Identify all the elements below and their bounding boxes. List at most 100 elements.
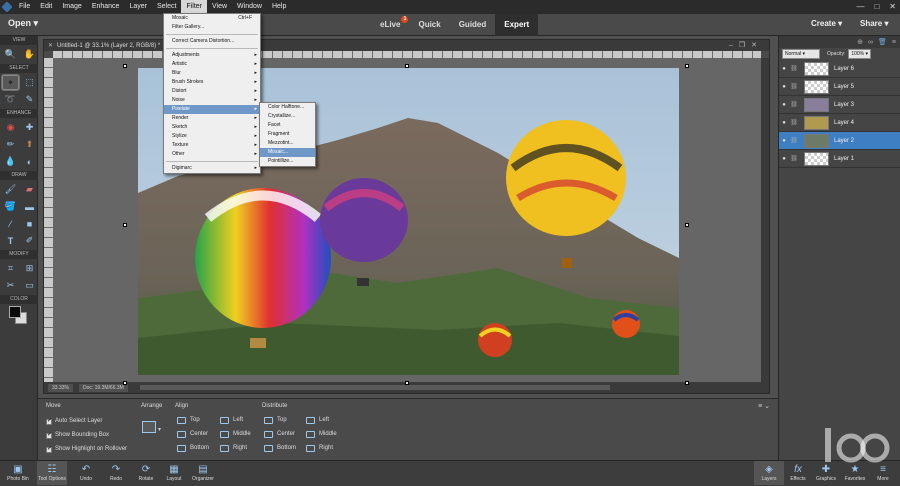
transform-handle-br[interactable] — [685, 381, 689, 385]
distribute-top-icon[interactable] — [264, 417, 273, 424]
transform-handle-bc[interactable] — [405, 381, 409, 385]
open-button[interactable]: Open ▾ — [8, 18, 38, 29]
link-icon[interactable]: ∞ — [868, 39, 873, 46]
opacity-field[interactable]: 100% ▾ — [848, 49, 872, 59]
red-eye-tool-icon[interactable]: ◉ — [2, 120, 19, 135]
gradient-tool-icon[interactable]: ▬ — [21, 199, 38, 214]
transform-handle-tr[interactable] — [685, 64, 689, 68]
transform-handle-tl[interactable] — [123, 64, 127, 68]
paint-bucket-tool-icon[interactable]: 🪣 — [2, 199, 19, 214]
menu-select[interactable]: Select — [152, 0, 181, 14]
align-top-icon[interactable] — [177, 417, 186, 424]
lasso-tool-icon[interactable]: ➰ — [2, 92, 19, 107]
tab-elive[interactable]: eLive 1 — [371, 14, 409, 36]
spot-healing-tool-icon[interactable]: ✚ — [21, 120, 38, 135]
distribute-center-icon[interactable] — [264, 431, 273, 438]
menu-enhance[interactable]: Enhance — [87, 0, 125, 14]
pencil-tool-icon[interactable]: ✐ — [21, 233, 38, 248]
distribute-bottom-label[interactable]: Bottom — [277, 445, 296, 451]
clone-stamp-tool-icon[interactable]: ⬆ — [21, 137, 38, 152]
visibility-eye-icon[interactable]: ● — [779, 84, 789, 90]
menu-item-other[interactable]: Other ▸ — [164, 150, 260, 159]
blur-tool-icon[interactable]: 💧 — [2, 154, 19, 169]
auto-select-checkbox[interactable] — [46, 417, 52, 425]
color-swatches[interactable] — [0, 304, 38, 330]
link-layer-icon[interactable]: ⛓ — [789, 137, 799, 144]
menu-item-distort[interactable]: Distort ▸ — [164, 87, 260, 96]
link-layer-icon[interactable]: ⛓ — [789, 101, 799, 108]
menu-item-adjustments[interactable]: Adjustments ▸ — [164, 51, 260, 60]
visibility-eye-icon[interactable]: ● — [779, 66, 789, 72]
eraser-tool-icon[interactable]: ▰ — [21, 182, 38, 197]
new-layer-icon[interactable]: ⊕ — [857, 38, 863, 46]
align-right-label[interactable]: Right — [233, 445, 247, 451]
panel-menu-icon[interactable]: ≡ — [892, 39, 896, 46]
visibility-eye-icon[interactable]: ● — [779, 156, 789, 162]
transform-handle-tc[interactable] — [405, 64, 409, 68]
tool-options-button[interactable]: ☷ Tool Options — [37, 461, 67, 485]
document-tab[interactable]: ✕ Untitled-1 @ 33.1% (Layer 2, RGB/8) * … — [44, 40, 769, 51]
distribute-middle-icon[interactable] — [306, 431, 315, 438]
align-right-icon[interactable] — [220, 445, 229, 452]
menu-item-sketch[interactable]: Sketch ▸ — [164, 123, 260, 132]
align-middle-icon[interactable] — [220, 431, 229, 438]
menu-window[interactable]: Window — [232, 0, 267, 14]
show-highlight-checkbox[interactable] — [46, 445, 52, 453]
horizontal-scrollbar[interactable] — [140, 385, 610, 390]
tab-expert[interactable]: Expert — [495, 14, 539, 36]
zoom-readout[interactable]: 33.33% — [48, 383, 73, 392]
transform-handle-mr[interactable] — [685, 223, 689, 227]
visibility-eye-icon[interactable]: ● — [779, 120, 789, 126]
menu-item-pixelate[interactable]: Pixelate ▸ — [164, 105, 260, 114]
menu-layer[interactable]: Layer — [124, 0, 152, 14]
vertical-scrollbar[interactable] — [761, 58, 769, 382]
tool-options-menu-icon[interactable]: ≡ ⌄ — [758, 402, 770, 410]
align-bottom-icon[interactable] — [177, 445, 186, 452]
hand-tool-icon[interactable]: ✋ — [21, 47, 38, 62]
menu-image[interactable]: Image — [57, 0, 86, 14]
arrange-dropdown-icon[interactable]: ▾ — [158, 426, 161, 433]
arrange-icon[interactable] — [142, 421, 156, 433]
align-center-icon[interactable] — [177, 431, 186, 438]
sponge-tool-icon[interactable]: ◐ — [21, 154, 38, 169]
menu-item-mosaic-repeat[interactable]: Mosaic Ctrl+F — [164, 14, 260, 23]
align-middle-label[interactable]: Middle — [233, 431, 251, 437]
pixelate-item-fragment[interactable]: Fragment — [260, 130, 315, 139]
menu-item-stylize[interactable]: Stylize ▸ — [164, 132, 260, 141]
close-icon[interactable]: ✕ — [889, 0, 896, 14]
link-layer-icon[interactable]: ⛓ — [789, 65, 799, 72]
align-top-label[interactable]: Top — [190, 417, 200, 423]
menu-help[interactable]: Help — [267, 0, 291, 14]
distribute-left-label[interactable]: Left — [319, 417, 329, 423]
distribute-right-icon[interactable] — [306, 445, 315, 452]
doc-restore-icon[interactable]: ❐ — [739, 42, 751, 49]
pixelate-item-pointillize[interactable]: Pointillize... — [260, 157, 315, 166]
blend-mode-select[interactable]: Normal ▾ — [782, 49, 820, 59]
marquee-tool-icon[interactable]: ⬚ — [21, 75, 38, 90]
organizer-button[interactable]: ▤ Organizer — [188, 463, 218, 482]
menu-item-render[interactable]: Render ▸ — [164, 114, 260, 123]
eyedropper-tool-icon[interactable]: ⁄ — [2, 216, 19, 231]
menu-item-filter-gallery[interactable]: Filter Gallery... — [164, 23, 260, 32]
link-layer-icon[interactable]: ⛓ — [789, 83, 799, 90]
visibility-eye-icon[interactable]: ● — [779, 138, 789, 144]
menu-item-noise[interactable]: Noise ▸ — [164, 96, 260, 105]
menu-edit[interactable]: Edit — [35, 0, 57, 14]
align-bottom-label[interactable]: Bottom — [190, 445, 209, 451]
content-move-tool-icon[interactable]: ✂ — [2, 278, 19, 293]
pixelate-item-mezzotint[interactable]: Mezzotint... — [260, 139, 315, 148]
photo-bin-button[interactable]: ▣ Photo Bin — [3, 463, 33, 482]
pixelate-item-facet[interactable]: Facet — [260, 121, 315, 130]
layer-row[interactable]: ● ⛓ Layer 5 — [779, 78, 900, 96]
visibility-eye-icon[interactable]: ● — [779, 102, 789, 108]
layer-row[interactable]: ● ⛓ Layer 6 — [779, 60, 900, 78]
tab-quick[interactable]: Quick — [409, 14, 449, 36]
tab-close-icon[interactable]: ✕ — [44, 42, 53, 49]
foreground-color-swatch[interactable] — [9, 306, 21, 318]
layer-row[interactable]: ● ⛓ Layer 4 — [779, 114, 900, 132]
app-logo-icon[interactable] — [0, 0, 14, 14]
menu-item-blur[interactable]: Blur ▸ — [164, 69, 260, 78]
effects-button[interactable]: fx Effects — [783, 463, 813, 482]
redo-button[interactable]: ↷ Redo — [101, 463, 131, 482]
distribute-top-label[interactable]: Top — [277, 417, 287, 423]
